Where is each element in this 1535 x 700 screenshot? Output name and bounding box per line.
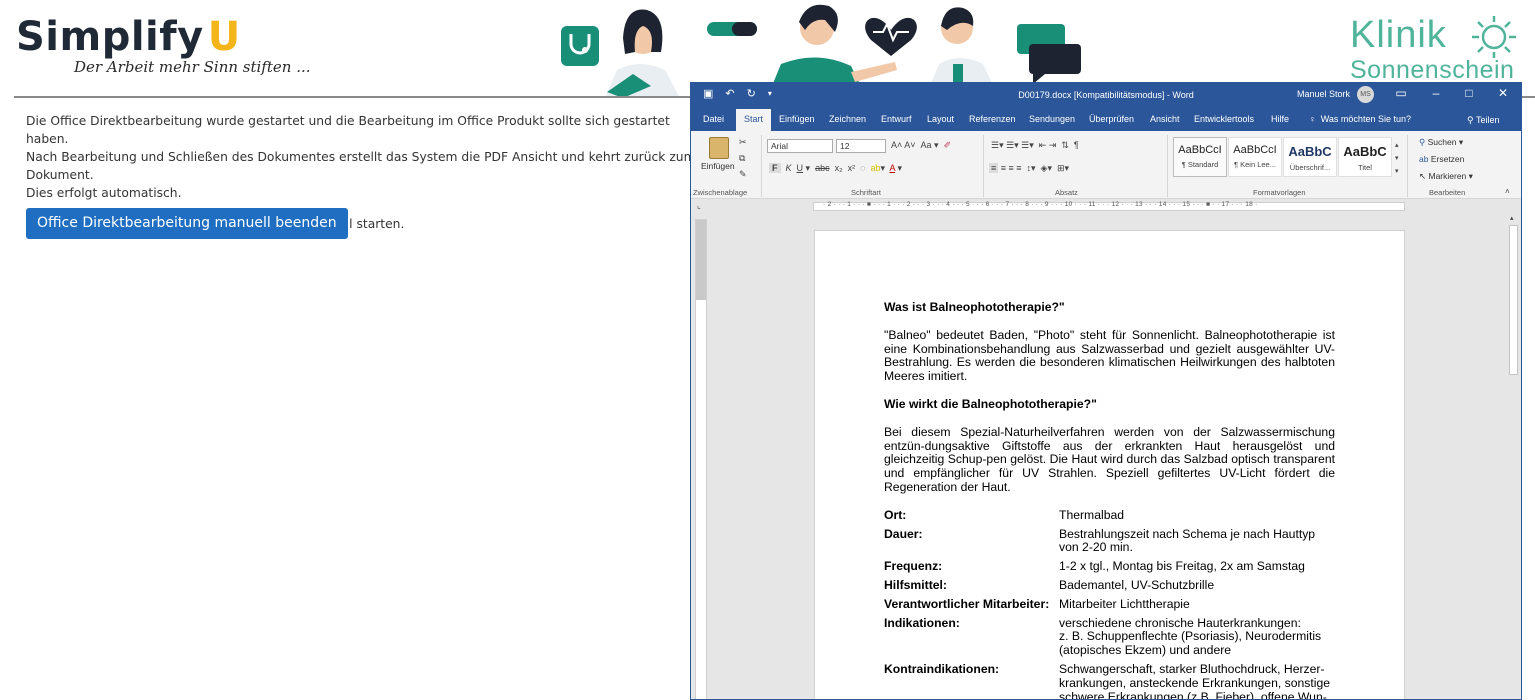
user-avatar[interactable]: MS xyxy=(1357,86,1374,103)
stethoscope-icon xyxy=(561,26,599,66)
doc-paragraph-2: Bei diesem Spezial-Naturheilverfahren we… xyxy=(884,424,1335,494)
pill-icon xyxy=(707,22,757,36)
list-buttons[interactable]: ☰▾ ☰▾ ☰▾ ⇤ ⇥ ⇅ ¶ xyxy=(991,140,1079,151)
font-size-controls[interactable]: A˄ A˅ Aa ▾ ✐ xyxy=(891,140,951,151)
clear-format-icon[interactable]: ✐ xyxy=(944,140,952,150)
font-style-buttons[interactable]: F K U ▾ abc x₂ x² ◌ ab▾ A ▾ xyxy=(769,163,902,174)
tab-entwurf[interactable]: Entwurf xyxy=(881,114,912,124)
doc-row-mitarbeiter: Verantwortlicher Mitarbeiter: Mitarbeite… xyxy=(884,596,1190,611)
horizontal-ruler[interactable]: ⌞ · 2 · · · 1 · · · ■ · · · 1 · · · 2 · … xyxy=(691,199,1521,213)
chat-icon xyxy=(1017,24,1081,84)
tab-datei[interactable]: Datei xyxy=(703,114,724,124)
page: Simplify U Der Arbeit mehr Sinn stiften .… xyxy=(0,0,1535,700)
tab-entwicklertools[interactable]: Entwicklertools xyxy=(1194,114,1254,124)
ribbon-display-icon[interactable]: ▭ xyxy=(1391,86,1411,100)
minimize-icon[interactable]: – xyxy=(1426,86,1446,100)
tell-me-search[interactable]: ♀ Was möchten Sie tun? xyxy=(1309,114,1411,124)
ruler-ticks: · 2 · · · 1 · · · ■ · · · 1 · · · 2 · · … xyxy=(823,201,1258,208)
vertical-ruler[interactable] xyxy=(695,219,707,699)
style-no-spacing[interactable]: AaBbCcI ¶ Kein Lee... xyxy=(1228,137,1282,177)
logo-u: U xyxy=(207,14,241,60)
word-titlebar: ▣ ↶ ↻ ▾ D00179.docx [Kompatibilitätsmodu… xyxy=(691,83,1521,107)
klinik-line2: Sonnenschein xyxy=(1350,56,1515,84)
style-heading[interactable]: AaBbC Überschrif... xyxy=(1283,137,1337,177)
info-line-2: Nach Bearbeitung und Schließen des Dokum… xyxy=(26,150,696,182)
user-name[interactable]: Manuel Stork xyxy=(1297,89,1350,99)
ribbon: Einfügen ✂ ⧉ ✎ Zwischenablage Arial 12 A… xyxy=(691,131,1521,199)
word-window[interactable]: ▣ ↶ ↻ ▾ D00179.docx [Kompatibilitätsmodu… xyxy=(690,82,1522,700)
close-icon[interactable]: ✕ xyxy=(1493,86,1513,100)
tab-ueberpruefen[interactable]: Überprüfen xyxy=(1089,114,1134,124)
copy-icon[interactable]: ⧉ xyxy=(739,153,745,164)
tab-hilfe[interactable]: Hilfe xyxy=(1271,114,1289,124)
simplifyu-logo[interactable]: Simplify U Der Arbeit mehr Sinn stiften .… xyxy=(16,14,311,76)
doc-row-frequenz: Frequenz: 1-2 x tgl., Montag bis Freitag… xyxy=(884,559,1305,574)
tab-einfuegen[interactable]: Einfügen xyxy=(779,114,815,124)
doc-row-indikationen: Indikationen: verschiedene chronische Ha… xyxy=(884,615,1322,658)
logo-tagline: Der Arbeit mehr Sinn stiften ... xyxy=(74,58,311,76)
tab-start[interactable]: Start xyxy=(736,109,772,131)
doc-heading-2: Wie wirkt die Balneophototherapie?" xyxy=(884,396,1097,411)
font-name-select[interactable]: Arial xyxy=(767,139,833,153)
font-group-label: Schriftart xyxy=(851,188,882,197)
doctor-woman-figure xyxy=(605,9,680,98)
doc-row-kontraindikationen: Kontraindikationen: Schwangerschaft, sta… xyxy=(884,661,1331,700)
style-standard[interactable]: AaBbCcI ¶ Standard xyxy=(1173,137,1227,177)
paragraph-group-label: Absatz xyxy=(1055,188,1078,197)
vertical-scrollbar[interactable]: ▴ xyxy=(1507,214,1520,699)
select-button[interactable]: ↖ Markieren ▾ xyxy=(1419,171,1473,182)
tab-zeichnen[interactable]: Zeichnen xyxy=(829,114,866,124)
heart-icon xyxy=(865,17,917,56)
align-buttons[interactable]: ≡ ≡ ≡ ≡ ↕▾ ◈▾ ⊞▾ xyxy=(989,163,1069,174)
sun-icon xyxy=(1472,16,1516,58)
end-direct-edit-button[interactable]: Office Direktbearbeitung manuell beenden xyxy=(26,208,348,239)
paste-icon[interactable] xyxy=(709,137,729,159)
scroll-up-icon[interactable]: ▴ xyxy=(1510,214,1514,222)
maximize-icon[interactable]: □ xyxy=(1459,86,1479,100)
document-body[interactable]: Was ist Balneophototherapie?" "Balneo" b… xyxy=(884,300,1335,700)
cut-icon[interactable]: ✂ xyxy=(739,137,747,148)
tab-referenzen[interactable]: Referenzen xyxy=(969,114,1016,124)
info-line-1: Die Office Direktbearbeitung wurde gesta… xyxy=(26,114,670,146)
doc-heading-1: Was ist Balneophototherapie?" xyxy=(884,300,1065,314)
lightbulb-icon: ♀ xyxy=(1309,114,1316,124)
font-size-select[interactable]: 12 xyxy=(836,139,886,153)
doc-row-ort: Ort: Thermalbad xyxy=(884,507,1125,522)
tab-sendungen[interactable]: Sendungen xyxy=(1029,114,1075,124)
share-button[interactable]: ⚲ Teilen xyxy=(1467,115,1499,126)
find-button[interactable]: ⚲ Suchen ▾ xyxy=(1419,137,1463,148)
replace-icon: ab xyxy=(1419,154,1429,164)
tab-ansicht[interactable]: Ansicht xyxy=(1150,114,1180,124)
collapse-ribbon-icon[interactable]: ˄ xyxy=(1505,187,1510,196)
tab-layout[interactable]: Layout xyxy=(927,114,954,124)
document-page[interactable]: Was ist Balneophototherapie?" "Balneo" b… xyxy=(814,230,1405,700)
search-icon: ⚲ xyxy=(1419,137,1426,147)
scroll-thumb[interactable] xyxy=(1509,225,1518,375)
logo-text: Simplify xyxy=(16,14,204,60)
ribbon-tabs: Datei Start Einfügen Zeichnen Entwurf La… xyxy=(691,107,1521,131)
styles-scroll-icon[interactable]: ▴ ▾ ▾ xyxy=(1395,139,1399,178)
editing-group-label: Bearbeiten xyxy=(1429,188,1466,197)
doc-paragraph-1: "Balneo" bedeutet Baden, "Photo" steht f… xyxy=(884,327,1335,384)
styles-group-label: Formatvorlagen xyxy=(1253,188,1306,197)
person-icon: ⚲ xyxy=(1467,115,1474,125)
cursor-icon: ↖ xyxy=(1419,171,1427,181)
tab-selector-icon[interactable]: ⌞ xyxy=(697,201,701,210)
format-painter-icon[interactable]: ✎ xyxy=(739,169,747,180)
clipboard-group-label: Zwischenablage xyxy=(693,188,748,197)
paste-button[interactable]: Einfügen xyxy=(701,161,735,171)
doc-row-dauer: Dauer: Bestrahlungszeit nach Schema je n… xyxy=(884,526,1316,555)
doc-row-hilfsmittel: Hilfsmittel: Bademantel, UV-Schutzbrille xyxy=(884,577,1215,592)
info-line-3: Dies erfolgt automatisch. xyxy=(26,186,182,200)
style-title[interactable]: AaBbC Titel xyxy=(1338,137,1392,177)
replace-button[interactable]: ab Ersetzen xyxy=(1419,154,1464,164)
